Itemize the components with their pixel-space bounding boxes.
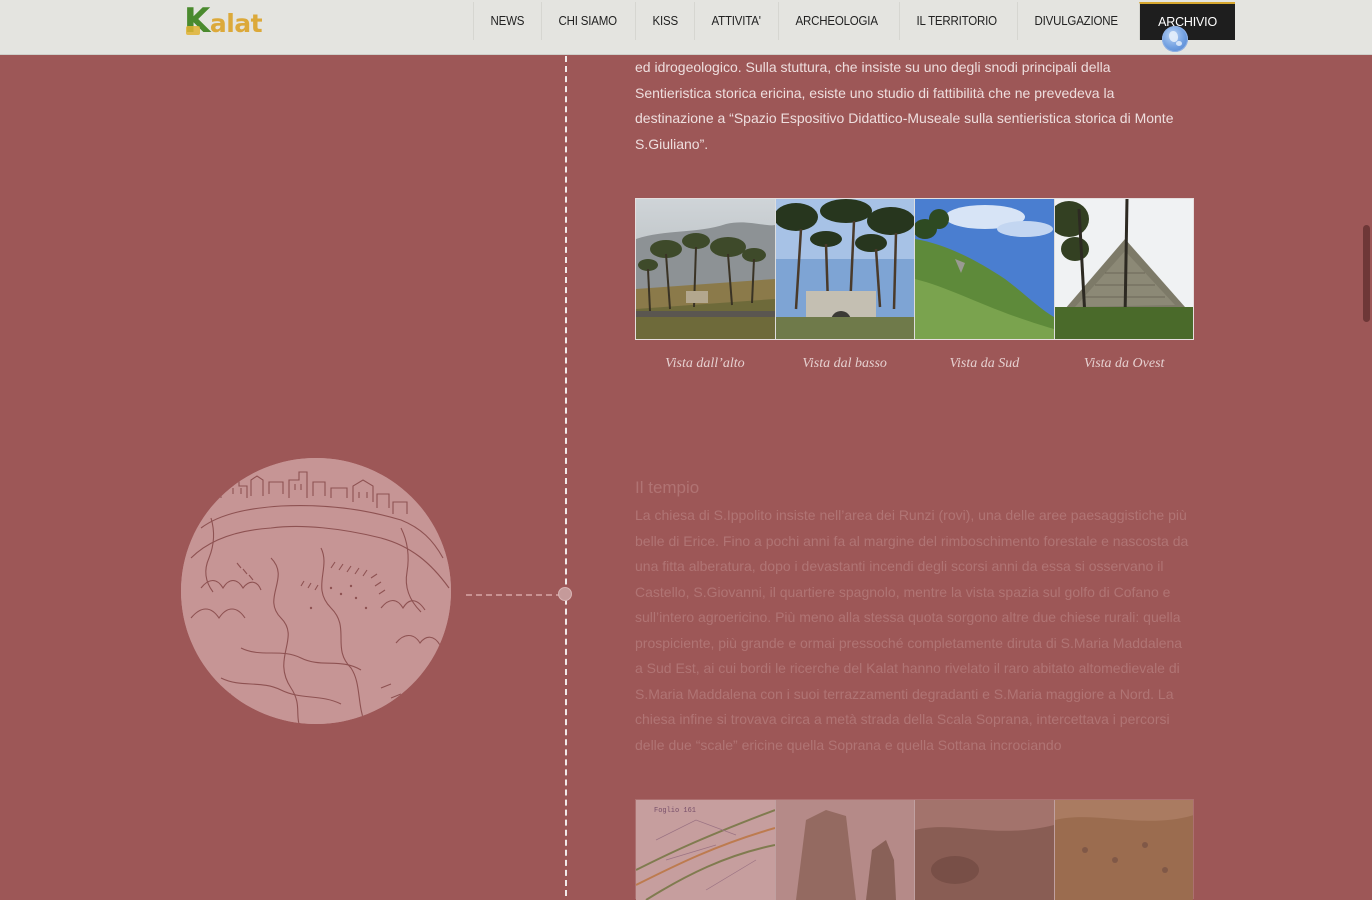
intro-line: S.Giuliano”.	[635, 135, 709, 152]
map-sheet-illustration: Foglio 161	[636, 800, 775, 900]
nav-item-archeologia[interactable]: ARCHEOLOGIA	[778, 2, 894, 40]
photo-hillside-pines	[636, 199, 775, 339]
town-engraving-illustration	[181, 458, 451, 724]
nav-item-chi-siamo[interactable]: CHI SIAMO	[540, 2, 633, 40]
photo-rock-tower	[775, 800, 914, 900]
engraving-medallion	[181, 458, 451, 724]
section-line: belle di Erice. Fino a pochi anni fa al …	[635, 532, 1189, 549]
map-sheet-label: Foglio 161	[654, 807, 696, 815]
scrollbar-thumb[interactable]	[1363, 225, 1370, 322]
photo-green-slope	[914, 199, 1054, 339]
kalat-logo[interactable]: K alat	[184, 1, 263, 41]
nav-item-il-territorio[interactable]: IL TERRITORIO	[898, 2, 1014, 40]
section-title: Il tempio	[635, 478, 700, 497]
nav-item-kiss[interactable]: KISS	[635, 2, 695, 40]
gallery2-photo-cliff[interactable]	[914, 800, 1054, 900]
intro-line: destinazione a “Spazio Espositivo Didatt…	[635, 110, 1174, 126]
photo-stone-structure	[1054, 199, 1193, 339]
timeline-node[interactable]	[558, 587, 572, 601]
timeline-connector	[466, 594, 562, 596]
gallery-photo-vista-dal-basso[interactable]	[774, 199, 914, 339]
photo-cliff	[915, 800, 1054, 900]
logo-text: alat	[209, 9, 263, 38]
globe-icon[interactable]	[1162, 26, 1188, 52]
main-menu: NEWS CHI SIAMO KISS ATTIVITA' ARCHEOLOGI…	[473, 2, 1235, 40]
nav-item-attivita[interactable]: ATTIVITA'	[693, 2, 777, 40]
caption-vista-da-ovest: Vista da Ovest	[1083, 356, 1165, 371]
logo-letter-k: K	[184, 1, 210, 41]
top-navigation-bar: K alat NEWS CHI SIAMO KISS ATTIVITA' ARC…	[0, 0, 1372, 55]
photo-gallery-2: Foglio 161	[635, 799, 1194, 900]
gallery-photo-vista-da-sud[interactable]	[914, 199, 1054, 339]
gallery-photo-vista-da-ovest[interactable]	[1053, 199, 1193, 339]
photo-gallery	[635, 198, 1194, 340]
gallery-captions: Vista dall’alto Vista dal basso Vista da…	[635, 356, 1194, 372]
gallery2-photo-hillside[interactable]	[1053, 800, 1193, 900]
section-line: La chiesa di S.Ippolito insiste nell’are…	[635, 507, 1187, 523]
section-line: Castello, S.Giovanni, il quartiere spagn…	[635, 583, 1171, 600]
section-line: prospiciente, più grande e ormai pressoc…	[635, 634, 1183, 651]
nav-item-divulgazione[interactable]: DIVULGAZIONE	[1017, 2, 1134, 40]
gallery2-photo-rock-tower[interactable]	[774, 800, 914, 900]
intro-line: ed idrogeologico. Sulla stuttura, che in…	[635, 59, 1111, 75]
photo-ruin-under-pines	[775, 199, 914, 339]
section-line: chiesa infine si trovava circa a metà st…	[635, 711, 1170, 727]
gallery-photo-vista-dall-alto[interactable]	[636, 199, 775, 339]
section-paragraph: La chiesa di S.Ippolito insiste nell’are…	[635, 503, 1195, 758]
intro-paragraph: ed idrogeologico. Sulla stuttura, che in…	[635, 55, 1195, 157]
caption-vista-dall-alto: Vista dall’alto	[665, 356, 745, 371]
section-line: S.Maria Maddalena con i suoi terrazzamen…	[635, 685, 1174, 702]
gallery2-photo-map[interactable]: Foglio 161	[636, 800, 775, 900]
section-line: sull’intero agroericino. Più meno alla s…	[635, 609, 1181, 625]
timeline-line	[565, 56, 567, 896]
caption-vista-dal-basso: Vista dal basso	[802, 356, 887, 371]
photo-hillside	[1054, 800, 1193, 900]
nav-item-news[interactable]: NEWS	[473, 2, 541, 40]
section-line: delle due “scale” ericine quella Soprana…	[635, 736, 1062, 753]
intro-line: Sentieristica storica ericina, esiste un…	[635, 84, 1115, 101]
section-line: una fitta alberatura, dopo i devastanti …	[635, 558, 1164, 574]
section-line: a Sud Est, ai cui bordi le ricerche del …	[635, 660, 1180, 676]
caption-vista-da-sud: Vista da Sud	[949, 356, 1020, 371]
